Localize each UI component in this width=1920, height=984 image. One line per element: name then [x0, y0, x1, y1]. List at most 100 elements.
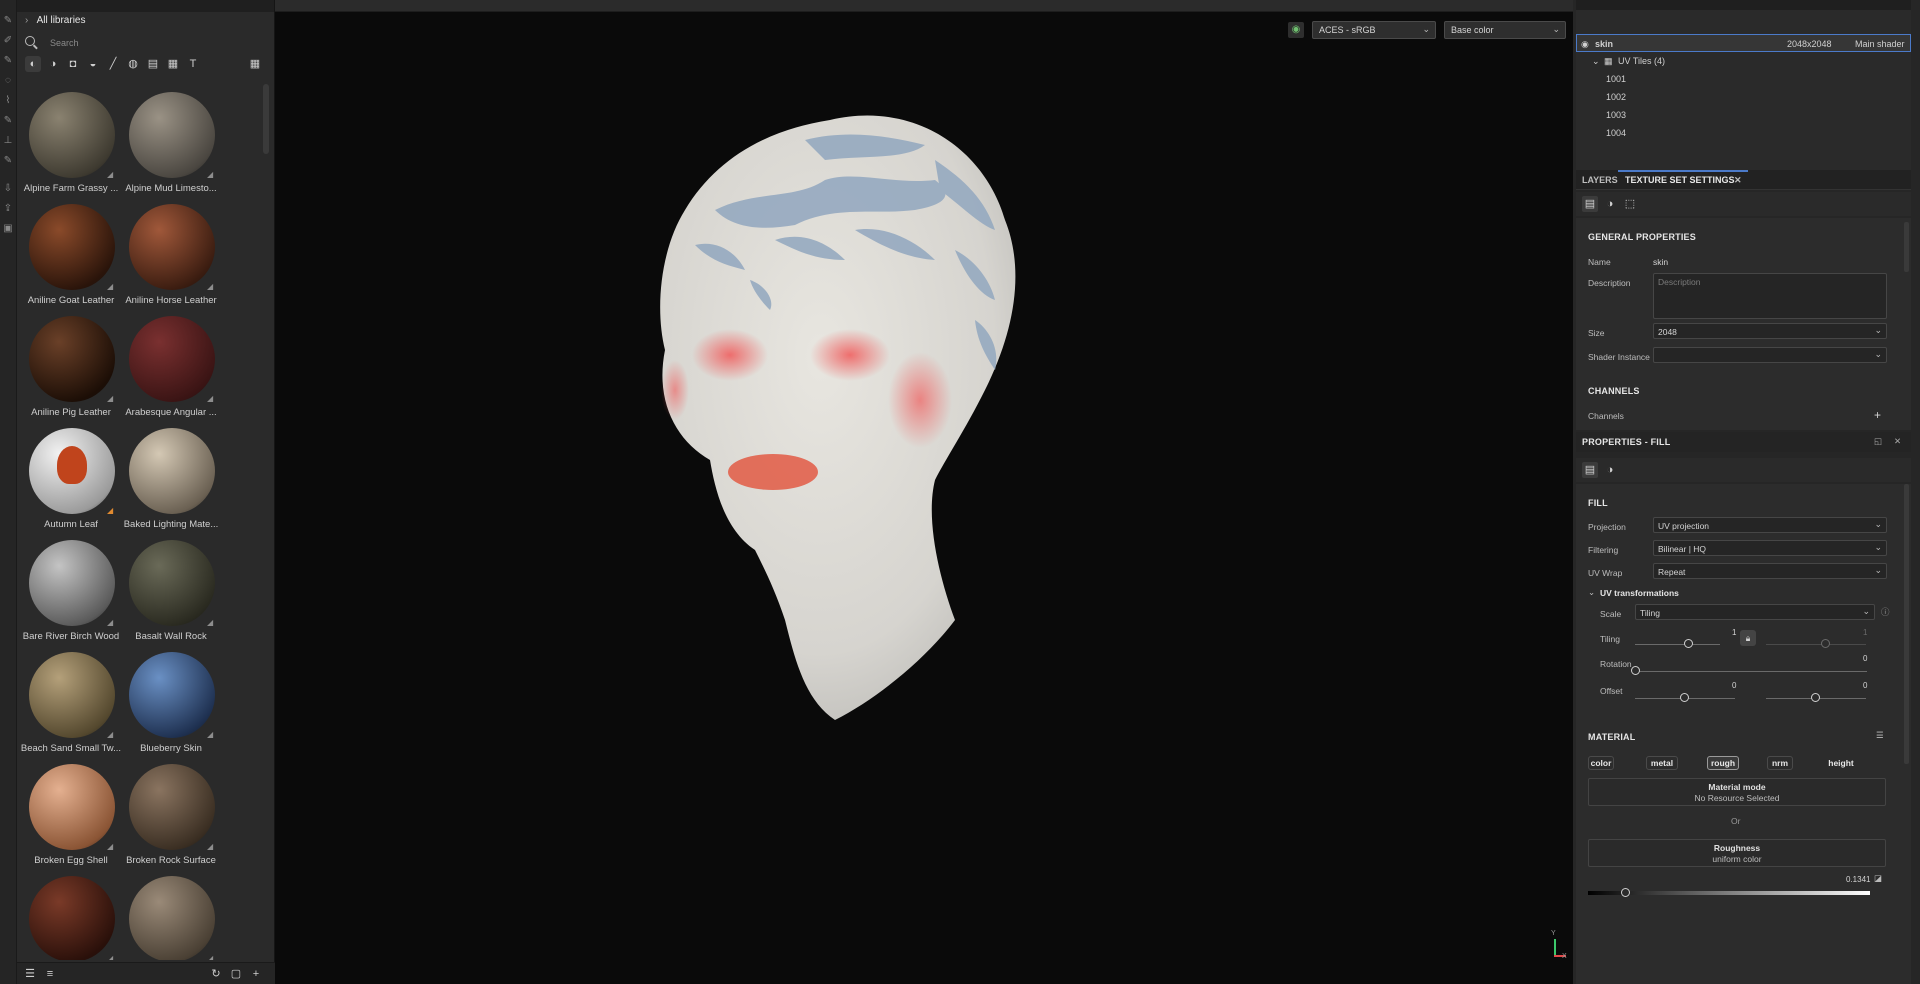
material-tile[interactable]: ◢ Autumn Leaf	[17, 416, 117, 530]
material-pill-rough[interactable]: rough	[1707, 756, 1739, 770]
tiling-slider-2[interactable]	[1766, 644, 1866, 645]
export-icon[interactable]: ⇪	[1, 202, 15, 216]
library-selector[interactable]: › All libraries	[25, 15, 85, 26]
eraser-icon[interactable]: ✐	[1, 34, 15, 48]
filter-masks-icon[interactable]: ◘	[65, 56, 81, 72]
asset-search[interactable]: Search	[25, 36, 265, 52]
new-folder-icon[interactable]: ▢	[229, 967, 243, 981]
settings-scrollbar[interactable]	[1904, 222, 1909, 272]
material-tile[interactable]: ◢ Aniline Horse Leather	[117, 192, 217, 306]
material-menu-icon[interactable]: ☰	[1876, 730, 1884, 741]
filter-fonts-icon[interactable]: T	[185, 56, 201, 72]
head-model[interactable]	[655, 100, 1075, 740]
uv-tiles-row[interactable]: ⌄ ▦ UV Tiles (4)	[1576, 52, 1911, 70]
material-icon[interactable]: ◑	[1602, 462, 1618, 478]
material-tile[interactable]: ◢ Arabesque Angular ...	[117, 304, 217, 418]
display-settings-icon[interactable]: ◉	[1288, 22, 1304, 38]
camera-icon[interactable]: ▣	[1, 222, 15, 236]
material-tile[interactable]: ◢	[117, 864, 217, 960]
uv-tile-row[interactable]: 1004	[1576, 124, 1911, 142]
uv-wrap-select[interactable]: Repeat ⌄	[1653, 563, 1887, 579]
material-tile[interactable]: ◢ Alpine Mud Limesto...	[117, 80, 217, 194]
add-icon[interactable]: +	[249, 967, 263, 981]
uv-tile-row[interactable]: 1003	[1576, 106, 1911, 124]
tab-texture-set-settings[interactable]: TEXTURE SET SETTINGS	[1625, 175, 1735, 185]
offset-value-2[interactable]: 0	[1863, 681, 1867, 690]
uv-tile-row[interactable]: 1002	[1576, 88, 1911, 106]
stamp-icon[interactable]: ⊥	[1, 134, 15, 148]
filter-generators-icon[interactable]: ◒	[85, 56, 101, 72]
material-mode-box[interactable]: Material mode No Resource Selected	[1588, 778, 1886, 806]
channel-view-select[interactable]: Base color ⌄	[1444, 21, 1566, 39]
tiling-value-2[interactable]: 1	[1863, 628, 1867, 637]
roughness-box[interactable]: Roughness uniform color	[1588, 839, 1886, 867]
tiling-slider-1[interactable]	[1635, 644, 1720, 645]
chevron-down-icon[interactable]: ⌄	[1588, 587, 1595, 598]
material-pill-nrm[interactable]: nrm	[1767, 756, 1793, 770]
description-field[interactable]: Description	[1653, 273, 1887, 319]
tab-layers[interactable]: LAYERS	[1582, 175, 1618, 185]
tiling-value-1[interactable]: 1	[1732, 628, 1736, 637]
projection-icon[interactable]: ✎	[1, 54, 15, 68]
lock-icon[interactable]: 🔒︎	[1740, 630, 1756, 646]
assets-scrollbar[interactable]	[263, 84, 269, 154]
material-pill-metal[interactable]: metal	[1646, 756, 1678, 770]
uv-tile-row[interactable]: 1001	[1576, 70, 1911, 88]
colorspace-select[interactable]: ACES - sRGB ⌄	[1312, 21, 1436, 39]
material-tile[interactable]: ◢ Aniline Pig Leather	[17, 304, 117, 418]
eye-icon[interactable]: ◉	[1581, 39, 1589, 50]
offset-knob-2[interactable]	[1811, 693, 1820, 702]
properties-scrollbar[interactable]	[1904, 484, 1909, 764]
material-tile[interactable]: ◢ Aniline Goat Leather	[17, 192, 117, 306]
roughness-value[interactable]: 0.1341	[1846, 875, 1870, 884]
close-icon[interactable]: ✕	[1894, 436, 1901, 447]
filter-materials-icon[interactable]: ◐	[25, 56, 41, 72]
material-tile[interactable]: ◢ Basalt Wall Rock	[117, 528, 217, 642]
material-tile[interactable]: Baked Lighting Mate...	[117, 416, 218, 530]
clone-icon[interactable]: ✎	[1, 114, 15, 128]
material-tile[interactable]: ◢ Beach Sand Small Tw...	[17, 640, 121, 754]
settings-mesh-icon[interactable]: ⬚	[1622, 196, 1638, 212]
settings-properties-icon[interactable]: ▤	[1582, 196, 1598, 212]
rotation-value[interactable]: 0	[1863, 654, 1867, 663]
tiling-knob-2[interactable]	[1821, 639, 1830, 648]
filtering-select[interactable]: Bilinear | HQ ⌄	[1653, 540, 1887, 556]
material-tile[interactable]: ◢ Alpine Farm Grassy ...	[17, 80, 118, 194]
undock-icon[interactable]: ◱	[1874, 436, 1882, 447]
grid-view-icon[interactable]: ▦	[247, 56, 263, 72]
close-icon[interactable]: ✕	[1734, 175, 1742, 186]
uv-transformations-title[interactable]: UV transformations	[1600, 588, 1679, 598]
tiling-knob-1[interactable]	[1684, 639, 1693, 648]
refresh-icon[interactable]: ↻	[209, 967, 223, 981]
sort-icon[interactable]: ≡	[43, 967, 57, 981]
smudge-icon[interactable]: ⌇	[1, 94, 15, 108]
rotation-knob[interactable]	[1631, 666, 1640, 675]
roughness-slider[interactable]	[1588, 891, 1870, 895]
search-input[interactable]: Search	[50, 38, 79, 48]
size-select[interactable]: 2048 ⌄	[1653, 323, 1887, 339]
add-channel-icon[interactable]: +	[1874, 408, 1881, 422]
material-pill-color[interactable]: color	[1588, 756, 1614, 770]
list-view-icon[interactable]: ☰	[23, 967, 37, 981]
material-pill-height[interactable]: height	[1823, 756, 1859, 770]
material-tile[interactable]: ◢	[17, 864, 117, 960]
material-tile[interactable]: ◢ Broken Rock Surface	[117, 752, 217, 866]
material-tile[interactable]: ◢ Blueberry Skin	[117, 640, 217, 754]
offset-value-1[interactable]: 0	[1732, 681, 1736, 690]
material-tile[interactable]: ◢ Broken Egg Shell	[17, 752, 117, 866]
name-value[interactable]: skin	[1653, 257, 1668, 267]
settings-shader-icon[interactable]: ◑	[1602, 196, 1618, 212]
filter-textures-icon[interactable]: ▤	[145, 56, 161, 72]
properties-icon[interactable]: ▤	[1582, 462, 1598, 478]
color-picker-icon[interactable]: ◪	[1874, 873, 1882, 884]
geometry-mask-icon[interactable]: ◌	[1, 74, 15, 88]
rotation-slider[interactable]	[1635, 671, 1867, 672]
offset-knob-1[interactable]	[1680, 693, 1689, 702]
filter-alphas-icon[interactable]: ◍	[125, 56, 141, 72]
bake-icon[interactable]: ⇩	[1, 182, 15, 196]
filter-brushes-icon[interactable]: ╱	[105, 56, 121, 72]
3d-viewport[interactable]: ◉ ACES - sRGB ⌄ Base color ⌄ Y X	[275, 0, 1573, 984]
texture-set-row[interactable]: ◉ skin 2048x2048 Main shader	[1576, 34, 1911, 52]
paint-brush-icon[interactable]: ✎	[1, 14, 15, 28]
picker-icon[interactable]: ✎	[1, 154, 15, 168]
